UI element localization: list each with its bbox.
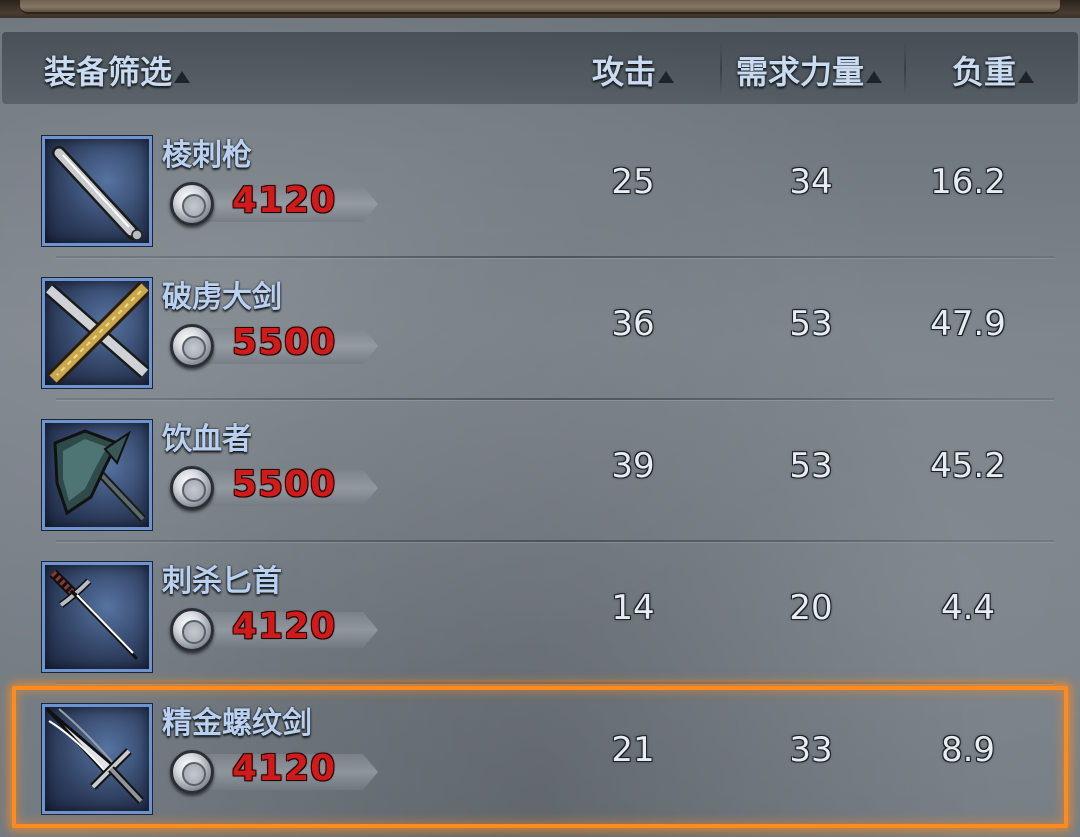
list-header: 装备筛选 攻击 需求力量 负重 xyxy=(2,32,1078,104)
silver-coin-icon xyxy=(170,182,214,226)
strength-value: 53 xyxy=(789,446,833,486)
filter-header-label: 装备筛选 xyxy=(44,53,173,91)
item-name: 刺杀匕首 xyxy=(162,564,282,599)
price-tag: 5500 xyxy=(170,464,380,510)
weight-value: 8.9 xyxy=(940,730,996,770)
equipment-row[interactable]: 饮血者 5500 39 53 45.2 xyxy=(20,400,1060,542)
sort-triangle-icon xyxy=(1018,71,1035,83)
item-price: 5500 xyxy=(232,322,337,363)
price-tag: 4120 xyxy=(170,180,380,226)
price-tag: 5500 xyxy=(170,322,380,368)
strength-header-label: 需求力量 xyxy=(736,53,865,91)
item-name: 破虏大剑 xyxy=(162,280,282,315)
weight-value: 47.9 xyxy=(930,304,1006,344)
weight-value: 45.2 xyxy=(930,446,1006,486)
silver-coin-icon xyxy=(170,608,214,652)
item-name: 棱刺枪 xyxy=(162,138,252,173)
sort-triangle-icon xyxy=(866,71,883,83)
equipment-row[interactable]: 棱刺枪 4120 25 34 16.2 xyxy=(20,116,1060,258)
silver-coin-icon xyxy=(170,466,214,510)
sort-triangle-icon xyxy=(658,71,675,83)
header-separator xyxy=(720,42,722,96)
weight-header-label: 负重 xyxy=(952,53,1017,91)
attack-header-label: 攻击 xyxy=(592,53,657,91)
strength-value: 34 xyxy=(789,162,833,202)
item-price: 4120 xyxy=(232,748,337,789)
sort-triangle-icon xyxy=(174,71,191,83)
price-tag: 4120 xyxy=(170,606,380,652)
attack-value: 14 xyxy=(611,588,655,628)
halberd-icon xyxy=(42,420,152,530)
equipment-row[interactable]: 破虏大剑 5500 36 53 47.9 xyxy=(20,258,1060,400)
attack-value: 36 xyxy=(611,304,655,344)
strength-value: 20 xyxy=(789,588,833,628)
item-name: 精金螺纹剑 xyxy=(162,706,312,741)
equipment-row[interactable]: 刺杀匕首 4120 14 20 4.4 xyxy=(20,542,1060,684)
sword-icon xyxy=(42,704,152,814)
attack-value: 39 xyxy=(611,446,655,486)
weight-value: 16.2 xyxy=(930,162,1006,202)
filter-header-button[interactable]: 装备筛选 xyxy=(44,50,191,91)
silver-coin-icon xyxy=(170,750,214,794)
item-price: 4120 xyxy=(232,606,337,647)
price-tag: 4120 xyxy=(170,748,380,794)
top-frame-panel xyxy=(20,0,1060,14)
item-name: 饮血者 xyxy=(162,422,252,457)
item-price: 4120 xyxy=(232,180,337,221)
item-price: 5500 xyxy=(232,464,337,505)
header-separator xyxy=(904,42,906,96)
weight-header-button[interactable]: 负重 xyxy=(952,50,1035,91)
attack-value: 25 xyxy=(611,162,655,202)
weight-value: 4.4 xyxy=(940,588,996,628)
spear-icon xyxy=(42,136,152,246)
dagger-icon xyxy=(42,562,152,672)
strength-header-button[interactable]: 需求力量 xyxy=(736,50,883,91)
strength-value: 33 xyxy=(789,730,833,770)
equipment-row-selected[interactable]: 精金螺纹剑 4120 21 33 8.9 xyxy=(20,684,1060,826)
strength-value: 53 xyxy=(789,304,833,344)
attack-value: 21 xyxy=(611,730,655,770)
attack-header-button[interactable]: 攻击 xyxy=(592,50,675,91)
greatsword-icon xyxy=(42,278,152,388)
silver-coin-icon xyxy=(170,324,214,368)
top-frame xyxy=(0,0,1080,18)
